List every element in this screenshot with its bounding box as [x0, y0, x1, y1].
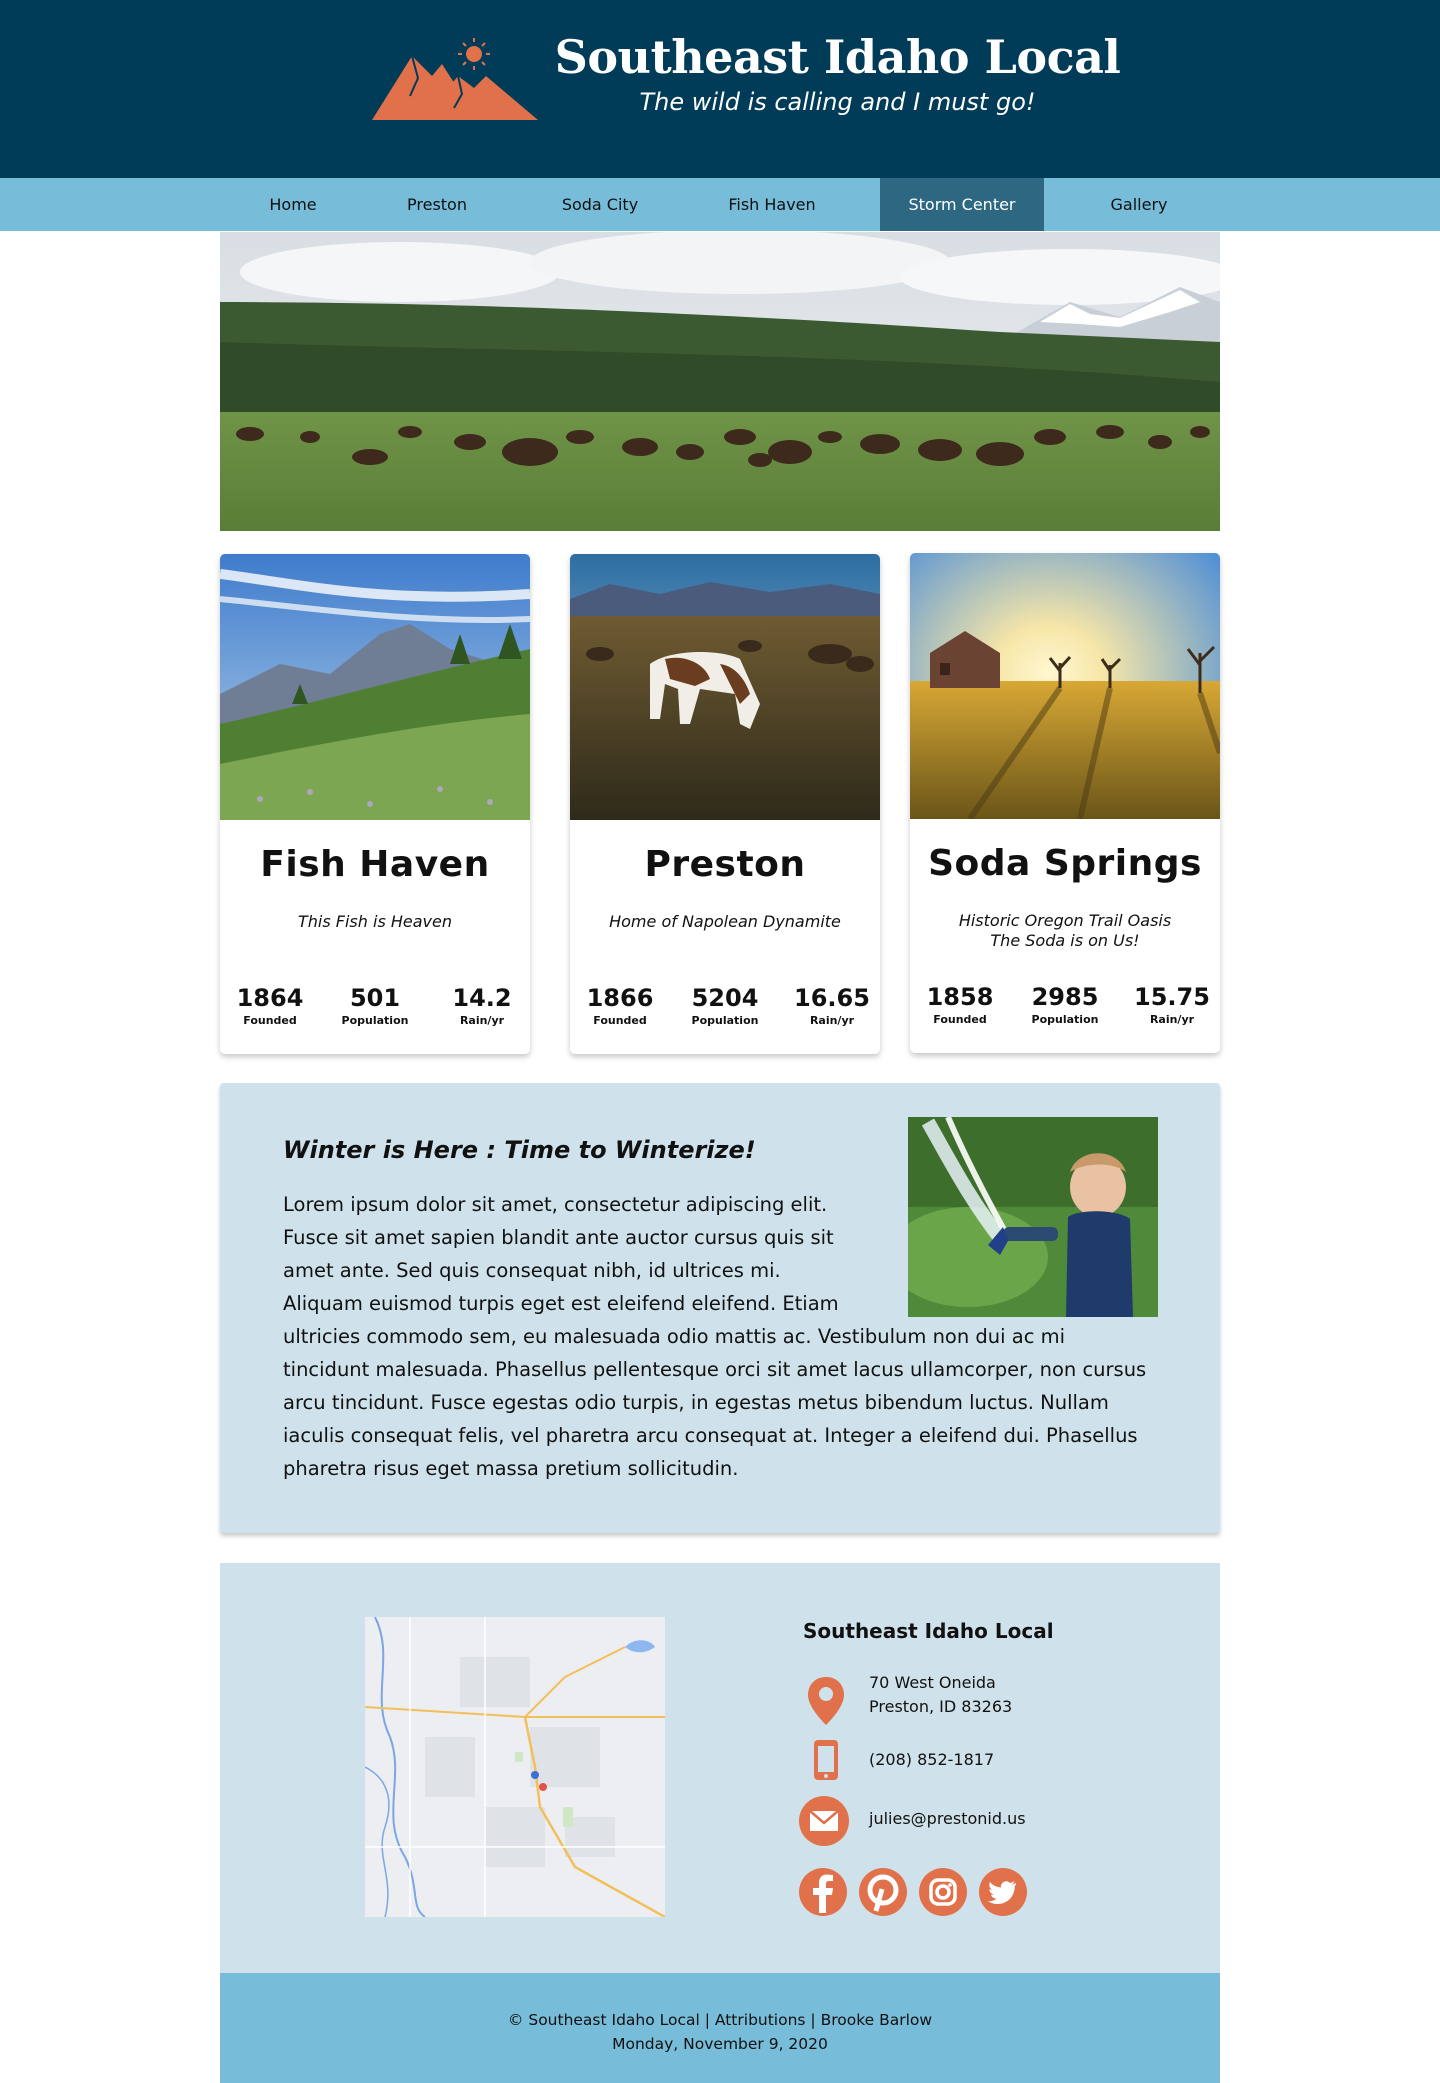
card-motto: Historic Oregon Trail Oasis The Soda is …	[910, 911, 1220, 951]
stat-label: Founded	[933, 1013, 987, 1026]
facebook-icon[interactable]	[798, 1867, 848, 1917]
city-card-fish-haven[interactable]: Fish Haven This Fish is Heaven 1864 Foun…	[220, 554, 530, 1054]
contact-address: 70 West Oneida Preston, ID 83263	[869, 1671, 1012, 1719]
card-photo	[570, 554, 880, 820]
stat-value: 1864	[236, 984, 304, 1012]
preston-area-map[interactable]	[365, 1617, 665, 1917]
nav-fish-haven[interactable]: Fish Haven	[712, 178, 832, 231]
stat-value: 1866	[586, 984, 654, 1012]
nav-storm-center[interactable]: Storm Center	[880, 178, 1044, 231]
nav-gallery[interactable]: Gallery	[1084, 178, 1194, 231]
stat-population: 2985 Population	[1020, 983, 1110, 1026]
stat-value: 2985	[1031, 983, 1099, 1011]
footer-copyright[interactable]: © Southeast Idaho Local | Attributions |…	[220, 2011, 1220, 2029]
stat-label: Population	[341, 1014, 409, 1027]
contact-org-name: Southeast Idaho Local	[803, 1619, 1054, 1643]
stat-label: Rain/yr	[1149, 1013, 1195, 1026]
card-title: Soda Springs	[928, 843, 1202, 884]
footer-date: Monday, November 9, 2020	[612, 2035, 828, 2053]
card-photo	[220, 554, 530, 820]
stat-rain: 14.2 Rain/yr	[442, 984, 522, 1027]
hero-image	[220, 232, 1220, 531]
email-icon[interactable]	[798, 1795, 850, 1847]
stat-label: Rain/yr	[459, 1014, 505, 1027]
card-motto-line: Historic Oregon Trail Oasis	[958, 911, 1172, 930]
stat-value: 501	[349, 984, 401, 1012]
stat-label: Founded	[593, 1014, 647, 1027]
card-title: Preston	[644, 844, 806, 885]
stat-value: 16.65	[794, 984, 870, 1012]
city-card-preston[interactable]: Preston Home of Napolean Dynamite 1866 F…	[570, 554, 880, 1054]
nav-soda-city[interactable]: Soda City	[540, 178, 660, 231]
main-nav: Home Preston Soda City Fish Haven Storm …	[0, 178, 1440, 231]
card-motto-line: The Soda is on Us!	[990, 931, 1140, 950]
stat-value: 1858	[926, 983, 994, 1011]
stat-value: 5204	[691, 984, 759, 1012]
storm-title: Winter is Here : Time to Winterize!	[283, 1136, 756, 1164]
address-line-1: 70 West Oneida	[869, 1673, 996, 1692]
stat-label: Rain/yr	[809, 1014, 855, 1027]
card-title: Fish Haven	[260, 844, 490, 885]
location-pin-icon	[808, 1677, 844, 1725]
page: Southeast Idaho Local The wild is callin…	[0, 0, 1440, 2083]
phone-icon	[814, 1740, 838, 1780]
stat-value: 14.2	[452, 984, 512, 1012]
contact-email[interactable]: julies@prestonid.us	[869, 1807, 1026, 1831]
stat-founded: 1864 Founded	[228, 984, 312, 1027]
nav-preston[interactable]: Preston	[382, 178, 492, 231]
card-photo	[910, 553, 1220, 819]
stat-label: Founded	[243, 1014, 297, 1027]
instagram-icon[interactable]	[918, 1867, 968, 1917]
image-float-space	[841, 1188, 1153, 1316]
stat-value: 15.75	[1134, 983, 1210, 1011]
storm-body: Lorem ipsum dolor sit amet, consectetur …	[283, 1188, 1153, 1485]
site-header: Southeast Idaho Local The wild is callin…	[0, 0, 1440, 178]
city-card-soda-springs[interactable]: Soda Springs Historic Oregon Trail Oasis…	[910, 553, 1220, 1053]
card-motto: This Fish is Heaven	[298, 912, 452, 931]
stat-label: Population	[691, 1014, 759, 1027]
stat-rain: 16.65 Rain/yr	[792, 984, 872, 1027]
storm-article: Winter is Here : Time to Winterize! Lore…	[220, 1083, 1220, 1533]
site-title: Southeast Idaho Local	[554, 30, 1121, 84]
card-motto: Home of Napolean Dynamite	[609, 912, 841, 931]
contact-section: Southeast Idaho Local 70 West Oneida Pre…	[220, 1563, 1220, 1973]
pinterest-icon[interactable]	[858, 1867, 908, 1917]
site-tagline: The wild is calling and I must go!	[639, 88, 1036, 116]
nav-home[interactable]: Home	[238, 178, 348, 231]
site-footer: © Southeast Idaho Local | Attributions |…	[220, 1973, 1220, 2083]
stat-population: 5204 Population	[680, 984, 770, 1027]
mountain-sun-logo[interactable]	[370, 36, 540, 124]
contact-phone[interactable]: (208) 852-1817	[869, 1748, 994, 1772]
address-line-2: Preston, ID 83263	[869, 1697, 1013, 1716]
stat-population: 501 Population	[330, 984, 420, 1027]
stat-label: Population	[1031, 1013, 1099, 1026]
twitter-icon[interactable]	[978, 1867, 1028, 1917]
stat-rain: 15.75 Rain/yr	[1132, 983, 1212, 1026]
stat-founded: 1866 Founded	[578, 984, 662, 1027]
stat-founded: 1858 Founded	[918, 983, 1002, 1026]
